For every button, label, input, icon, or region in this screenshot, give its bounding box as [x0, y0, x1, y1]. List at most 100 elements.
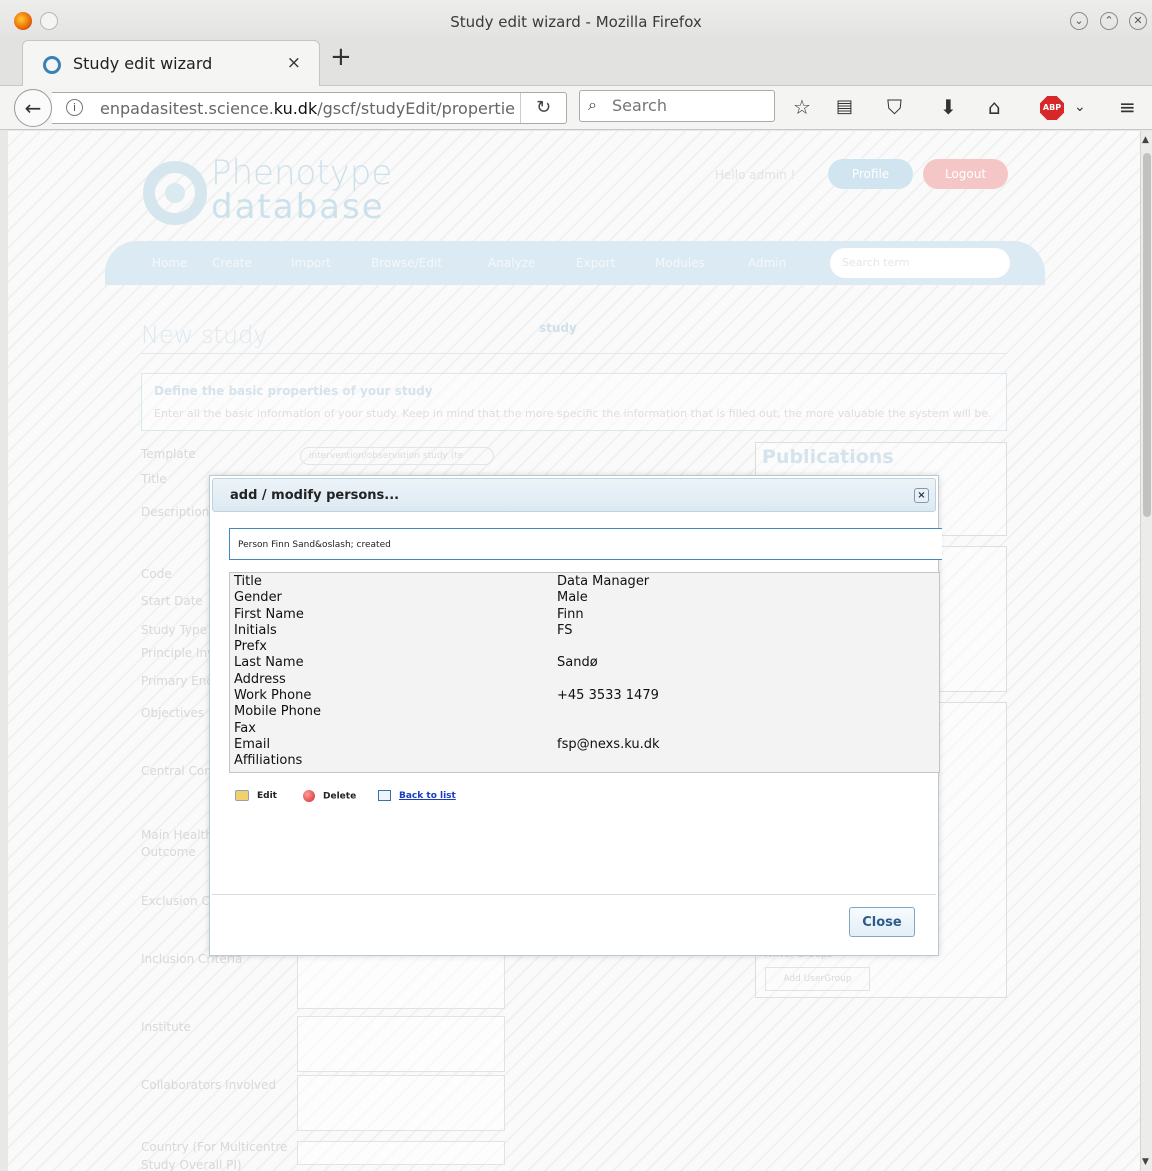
- adblock-dropdown-icon[interactable]: ⌄: [1074, 96, 1086, 118]
- person-row: Gender Male: [234, 590, 935, 606]
- person-field-label: First Name: [234, 606, 304, 622]
- person-row: Title Data Manager: [234, 574, 935, 590]
- site-search-input[interactable]: Search term: [830, 248, 1010, 278]
- tab-study-edit-wizard[interactable]: Study edit wizard ×: [22, 40, 320, 86]
- browser-search-input[interactable]: [610, 95, 770, 116]
- person-row: Prefx: [234, 639, 935, 655]
- page-scrollbar[interactable]: ▲ ▼: [1140, 131, 1152, 1171]
- menu-item-browse-edit[interactable]: Browse/Edit: [371, 256, 442, 270]
- search-icon: ⌕: [588, 95, 597, 114]
- add-usergroup-button[interactable]: Add UserGroup: [765, 967, 870, 991]
- close-button[interactable]: Close: [849, 907, 915, 937]
- bookmark-star-icon[interactable]: ☆: [793, 96, 811, 118]
- menu-item-create[interactable]: Create: [212, 256, 252, 270]
- person-field-value: FS: [557, 622, 573, 638]
- label-start-date: Start Date: [141, 594, 203, 608]
- back-to-list-link[interactable]: Back to list: [399, 791, 456, 801]
- pocket-icon[interactable]: ⛉: [887, 96, 902, 118]
- label-title: Title: [141, 472, 167, 486]
- country-input[interactable]: [297, 1141, 505, 1165]
- institute-textarea[interactable]: [297, 1016, 505, 1072]
- person-field-label: Work Phone: [234, 688, 312, 704]
- menu-item-analyze[interactable]: Analyze: [488, 256, 535, 270]
- maximize-window-icon[interactable]: ⌃: [1100, 12, 1118, 30]
- close-window-icon[interactable]: ✕: [1129, 12, 1147, 30]
- label-template: Template: [141, 447, 196, 461]
- menu-item-modules[interactable]: Modules: [655, 256, 705, 270]
- person-field-label: Last Name: [234, 655, 304, 671]
- scrollbar-thumb[interactable]: [1143, 153, 1151, 517]
- publications-heading: Publications: [762, 446, 894, 468]
- delete-button[interactable]: Delete: [303, 790, 356, 802]
- inclusion-criteria-textarea[interactable]: [297, 953, 505, 1009]
- template-select[interactable]: intervention/observation study (te: [300, 447, 494, 465]
- person-field-label: Mobile Phone: [234, 704, 322, 720]
- menu-item-import[interactable]: Import: [291, 256, 331, 270]
- wizard-step-study[interactable]: study: [539, 321, 577, 335]
- new-tab-button[interactable]: +: [330, 44, 352, 70]
- collaborators-textarea[interactable]: [297, 1075, 505, 1131]
- list-icon: [378, 790, 391, 801]
- scroll-up-icon[interactable]: ▲: [1142, 135, 1149, 145]
- menu-icon[interactable]: ≡: [1119, 96, 1136, 118]
- person-row: Work Phone +45 3533 1479: [234, 688, 935, 704]
- dialog-header: add / modify persons... ×: [212, 478, 936, 512]
- edit-button[interactable]: Edit: [235, 790, 277, 801]
- dialog-close-icon[interactable]: ×: [914, 488, 929, 503]
- person-field-value: Finn: [557, 606, 584, 622]
- menu-item-home[interactable]: Home: [152, 256, 187, 270]
- tab-label: Study edit wizard: [73, 54, 213, 73]
- person-field-label: Email: [234, 736, 271, 752]
- info-box: Define the basic properties of your stud…: [141, 373, 1007, 431]
- info-box-title: Define the basic properties of your stud…: [154, 384, 433, 398]
- person-field-label: Fax: [234, 720, 256, 736]
- person-field-label: Prefx: [234, 639, 267, 655]
- url-bar[interactable]: i enpadasitest.science.ku.dk/gscf/studyE…: [52, 92, 567, 124]
- title-divider: [141, 353, 1007, 354]
- person-field-label: Affiliations: [234, 753, 303, 769]
- person-field-label: Address: [234, 671, 286, 687]
- back-to-list-button[interactable]: Back to list: [378, 790, 456, 801]
- menu-item-admin[interactable]: Admin: [748, 256, 786, 270]
- person-field-label: Gender: [234, 590, 282, 606]
- reading-list-icon[interactable]: ▤: [836, 96, 853, 118]
- person-field-value: Male: [557, 590, 588, 606]
- tab-close-icon[interactable]: ×: [287, 53, 301, 73]
- dialog-title: add / modify persons...: [230, 488, 400, 503]
- person-row: First Name Finn: [234, 607, 935, 623]
- label-main-health-outcome: Outcome: [141, 845, 196, 859]
- person-row: Address: [234, 672, 935, 688]
- profile-button[interactable]: Profile: [828, 159, 913, 189]
- minimize-window-icon[interactable]: ⌄: [1070, 12, 1088, 30]
- url-text[interactable]: enpadasitest.science.ku.dk/gscf/studyEdi…: [100, 99, 520, 118]
- phenotype-logo-icon: [143, 161, 207, 225]
- menu-item-export[interactable]: Export: [576, 256, 615, 270]
- download-icon[interactable]: ⬇: [940, 96, 957, 118]
- label-country-2: Study Overall PI): [141, 1158, 242, 1171]
- edit-icon: [235, 790, 249, 801]
- person-row: Last Name Sandø: [234, 655, 935, 671]
- adblock-icon[interactable]: ABP: [1040, 96, 1064, 120]
- label-code: Code: [141, 567, 172, 581]
- logo-text-line2: database: [211, 187, 385, 227]
- label-study-type: Study Type: [141, 623, 208, 637]
- dialog-footer-divider: [212, 894, 936, 895]
- back-icon[interactable]: ←: [14, 89, 52, 127]
- info-icon[interactable]: i: [66, 99, 83, 116]
- home-icon[interactable]: ⌂: [988, 96, 1001, 118]
- person-row: Affiliations: [234, 753, 935, 769]
- label-collaborators: Collaborators Involved: [141, 1078, 277, 1092]
- navigation-toolbar: ← i enpadasitest.science.ku.dk/gscf/stud…: [0, 86, 1152, 130]
- person-row: Initials FS: [234, 623, 935, 639]
- delete-icon: [303, 790, 315, 802]
- person-row: Email fsp@nexs.ku.dk: [234, 737, 935, 753]
- label-exclusion: Exclusion Cr: [141, 894, 215, 908]
- person-field-value: +45 3533 1479: [557, 688, 659, 704]
- scroll-down-icon[interactable]: ▼: [1142, 1157, 1149, 1167]
- label-main-health: Main Health: [141, 828, 213, 842]
- logout-button[interactable]: Logout: [923, 159, 1008, 189]
- browser-search-box[interactable]: ⌕: [579, 90, 775, 122]
- label-primary-end: Primary End: [141, 674, 214, 688]
- reload-icon[interactable]: ↻: [520, 93, 566, 123]
- hello-user-text: Hello admin !: [715, 168, 796, 182]
